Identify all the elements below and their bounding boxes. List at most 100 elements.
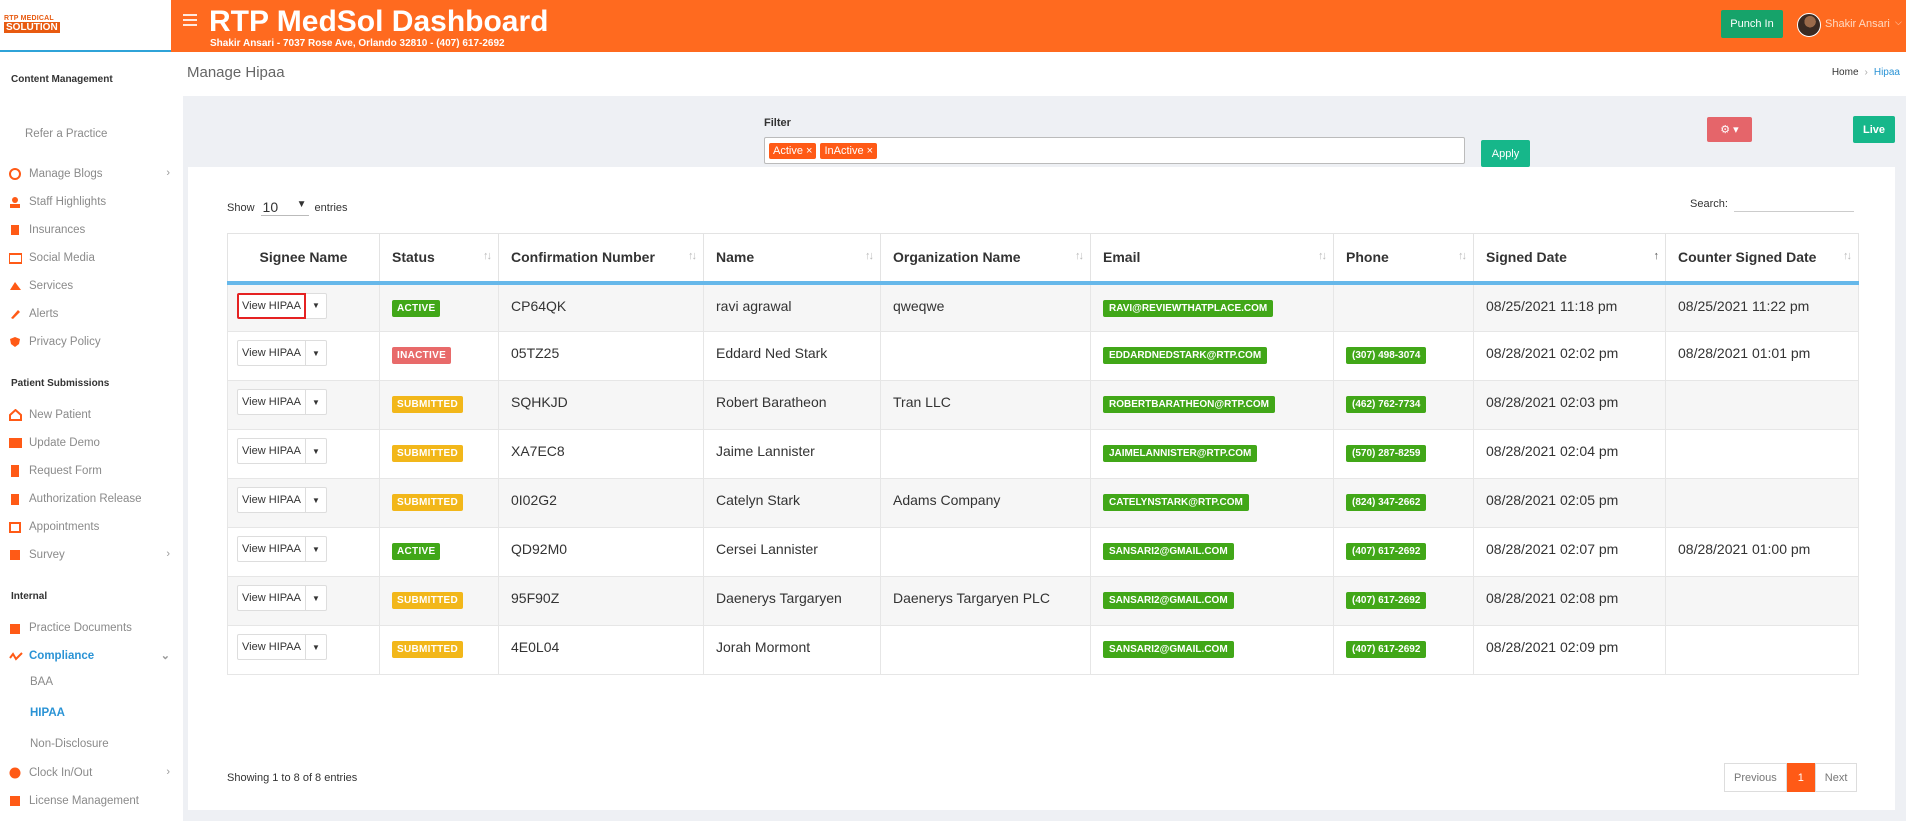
- cell-email: EDDARDNEDSTARK@RTP.COM: [1090, 331, 1334, 381]
- search-input[interactable]: [1733, 196, 1854, 212]
- sidebar-item-manage-blogs[interactable]: Manage Blogs ›: [9, 165, 174, 183]
- email-badge[interactable]: SANSARI2@GMAIL.COM: [1103, 543, 1234, 560]
- breadcrumb-home[interactable]: Home: [1832, 67, 1859, 78]
- email-badge[interactable]: CATELYNSTARK@RTP.COM: [1103, 494, 1249, 511]
- view-hipaa-button[interactable]: View HIPAA: [237, 536, 306, 562]
- filter-tag-active[interactable]: Active ×: [769, 142, 817, 159]
- logo[interactable]: RTP MEDICAL SOLUTION: [0, 0, 171, 52]
- cell-phone: (570) 287-8259: [1333, 429, 1474, 479]
- status-badge: SUBMITTED: [392, 641, 464, 658]
- view-hipaa-button[interactable]: View HIPAA: [237, 292, 306, 319]
- email-badge[interactable]: SANSARI2@GMAIL.COM: [1103, 592, 1234, 609]
- cell-email: ROBERTBARATHEON@RTP.COM: [1090, 380, 1334, 430]
- apply-button[interactable]: Apply: [1481, 140, 1530, 167]
- sidebar-item-label: Privacy Policy: [29, 336, 101, 348]
- app-subtitle: Shakir Ansari - 7037 Rose Ave, Orlando 3…: [210, 38, 505, 49]
- chevron-down-icon: ⌄: [160, 650, 170, 662]
- sidebar-item-license-management[interactable]: License Management: [9, 792, 174, 810]
- cell-confirmation-number: QD92M0: [498, 527, 704, 577]
- caret-down-icon[interactable]: ▼: [306, 292, 327, 319]
- chevron-down-icon[interactable]: ⌵: [1895, 17, 1902, 28]
- view-hipaa-button[interactable]: View HIPAA: [237, 389, 306, 415]
- caret-down-icon[interactable]: ▼: [306, 585, 327, 611]
- column-header-signed-date[interactable]: Signed Date ↑: [1473, 233, 1666, 285]
- view-hipaa-button[interactable]: View HIPAA: [237, 438, 306, 464]
- sidebar-item-authorization-release[interactable]: Authorization Release: [9, 490, 174, 508]
- cell-name: Daenerys Targaryen: [703, 576, 881, 626]
- entries-select[interactable]: 10 ▼: [260, 199, 309, 216]
- sidebar-item-staff-highlights[interactable]: Staff Highlights: [9, 193, 174, 211]
- sidebar-item-new-patient[interactable]: New Patient: [9, 406, 174, 424]
- cell-status: INACTIVE: [379, 331, 499, 381]
- column-header-phone[interactable]: Phone ↑↓: [1333, 233, 1474, 285]
- previous-page-button[interactable]: Previous: [1724, 763, 1787, 792]
- column-header-status[interactable]: Status ↑↓: [379, 233, 499, 285]
- caret-down-icon[interactable]: ▼: [306, 487, 327, 513]
- sidebar-item-compliance[interactable]: Compliance ⌄: [9, 647, 174, 665]
- sidebar-item-practice-documents[interactable]: Practice Documents: [9, 619, 174, 637]
- phone-badge[interactable]: (407) 617-2692: [1346, 592, 1427, 609]
- sidebar-item-request-form[interactable]: Request Form: [9, 462, 174, 480]
- user-name[interactable]: Shakir Ansari: [1825, 18, 1890, 30]
- sort-icon: ↑↓: [1075, 250, 1084, 262]
- cell-actions: View HIPAA ▼: [227, 478, 380, 528]
- sidebar-item-services[interactable]: Services: [9, 277, 174, 295]
- page-button-1[interactable]: 1: [1786, 763, 1815, 792]
- caret-down-icon[interactable]: ▼: [306, 438, 327, 464]
- email-badge[interactable]: EDDARDNEDSTARK@RTP.COM: [1103, 347, 1268, 364]
- punch-in-button[interactable]: Punch In: [1721, 10, 1783, 38]
- app-title: RTP MedSol Dashboard: [209, 5, 549, 38]
- sidebar-item-appointments[interactable]: Appointments: [9, 518, 174, 536]
- caret-down-icon[interactable]: ▼: [306, 389, 327, 415]
- phone-badge[interactable]: (407) 617-2692: [1346, 543, 1427, 560]
- sidebar-subitem-baa[interactable]: BAA: [30, 676, 53, 688]
- column-header-confirmation-number[interactable]: Confirmation Number ↑↓: [498, 233, 704, 285]
- sidebar-item-clock-in-out[interactable]: Clock In/Out ›: [9, 764, 174, 782]
- settings-dropdown-button[interactable]: ⚙ ▾: [1707, 117, 1752, 142]
- phone-badge[interactable]: (824) 347-2662: [1346, 494, 1427, 511]
- phone-badge[interactable]: (307) 498-3074: [1346, 347, 1427, 364]
- email-badge[interactable]: SANSARI2@GMAIL.COM: [1103, 641, 1234, 658]
- filter-tag-inactive[interactable]: InActive ×: [820, 142, 878, 159]
- view-hipaa-button[interactable]: View HIPAA: [237, 585, 306, 611]
- sidebar-item-refer[interactable]: Refer a Practice: [25, 128, 107, 140]
- status-badge: SUBMITTED: [392, 592, 464, 609]
- column-header-email[interactable]: Email ↑↓: [1090, 233, 1334, 285]
- cell-organization: Adams Company: [880, 478, 1091, 528]
- sidebar-item-survey[interactable]: Survey ›: [9, 546, 174, 564]
- cell-signed-date: 08/28/2021 02:04 pm: [1473, 429, 1666, 479]
- cell-status: SUBMITTED: [379, 429, 499, 479]
- avatar[interactable]: [1797, 13, 1821, 37]
- sidebar-subitem-hipaa[interactable]: HIPAA: [30, 707, 65, 719]
- logo-text-bottom: SOLUTION: [4, 22, 60, 33]
- view-hipaa-button[interactable]: View HIPAA: [237, 634, 306, 660]
- column-header-name[interactable]: Name ↑↓: [703, 233, 881, 285]
- view-hipaa-button[interactable]: View HIPAA: [237, 340, 306, 366]
- show-label: Show: [227, 201, 255, 214]
- sidebar-item-insurances[interactable]: Insurances: [9, 221, 174, 239]
- sidebar-item-alerts[interactable]: Alerts: [9, 305, 174, 323]
- sidebar-item-social-media[interactable]: Social Media: [8, 249, 174, 267]
- column-header-label: Status: [392, 249, 435, 266]
- menu-icon[interactable]: [183, 14, 197, 29]
- email-badge[interactable]: ROBERTBARATHEON@RTP.COM: [1103, 396, 1275, 413]
- email-badge[interactable]: RAVI@REVIEWTHATPLACE.COM: [1103, 299, 1274, 317]
- phone-badge[interactable]: (570) 287-8259: [1346, 445, 1427, 462]
- filter-input[interactable]: Active × InActive ×: [764, 137, 1465, 164]
- live-button[interactable]: Live: [1853, 116, 1895, 143]
- phone-badge[interactable]: (407) 617-2692: [1346, 641, 1427, 658]
- sidebar-item-update-demo[interactable]: Update Demo: [9, 434, 174, 452]
- services-icon: [9, 280, 22, 292]
- sidebar-subitem-non-disclosure[interactable]: Non-Disclosure: [30, 738, 109, 750]
- table-header-row: Signee Name Status ↑↓ Confirmation Number…: [227, 233, 1859, 285]
- caret-down-icon[interactable]: ▼: [306, 634, 327, 660]
- next-page-button[interactable]: Next: [1814, 763, 1858, 792]
- view-hipaa-button[interactable]: View HIPAA: [237, 487, 306, 513]
- phone-badge[interactable]: (462) 762-7734: [1346, 396, 1427, 413]
- column-header-counter-signed-date[interactable]: Counter Signed Date ↑↓: [1665, 233, 1859, 285]
- sidebar-item-privacy-policy[interactable]: Privacy Policy: [9, 333, 174, 351]
- caret-down-icon[interactable]: ▼: [306, 536, 327, 562]
- column-header-organization-name[interactable]: Organization Name ↑↓: [880, 233, 1091, 285]
- email-badge[interactable]: JAIMELANNISTER@RTP.COM: [1103, 445, 1258, 462]
- caret-down-icon[interactable]: ▼: [306, 340, 327, 366]
